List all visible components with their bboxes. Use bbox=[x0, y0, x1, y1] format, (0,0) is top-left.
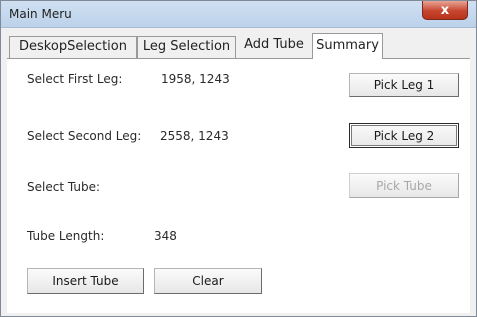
tube-label: Select Tube: bbox=[27, 180, 100, 194]
tab-desktop-selection[interactable]: DeskopSelection bbox=[9, 36, 137, 58]
add-tube-panel: Select First Leg: 1958, 1243 Pick Leg 1 … bbox=[7, 58, 470, 313]
second-leg-label: Select Second Leg: bbox=[27, 129, 142, 143]
clear-button[interactable]: Clear bbox=[154, 268, 262, 294]
tab-add-tube[interactable]: Add Tube bbox=[236, 33, 312, 58]
insert-tube-button[interactable]: Insert Tube bbox=[27, 268, 144, 294]
first-leg-value: 1958, 1243 bbox=[161, 72, 230, 86]
title-bar[interactable]: Main Meru x bbox=[1, 1, 476, 28]
pick-leg-1-button[interactable]: Pick Leg 1 bbox=[349, 73, 459, 97]
tab-strip: DeskopSelection Leg Selection Add Tube S… bbox=[7, 33, 470, 59]
window-title: Main Meru bbox=[9, 7, 72, 21]
tab-summary[interactable]: Summary bbox=[312, 33, 383, 59]
close-icon: x bbox=[440, 2, 450, 18]
tab-leg-selection[interactable]: Leg Selection bbox=[137, 36, 236, 58]
close-button[interactable]: x bbox=[422, 1, 468, 20]
first-leg-label: Select First Leg: bbox=[27, 72, 123, 86]
client-area: DeskopSelection Leg Selection Add Tube S… bbox=[7, 28, 470, 313]
second-leg-value: 2558, 1243 bbox=[160, 129, 229, 143]
main-menu-window: Main Meru x DeskopSelection Leg Selectio… bbox=[0, 0, 477, 317]
tube-length-value: 348 bbox=[154, 229, 177, 243]
pick-tube-button[interactable]: Pick Tube bbox=[349, 173, 459, 198]
tube-length-label: Tube Length: bbox=[27, 229, 105, 243]
pick-leg-2-button[interactable]: Pick Leg 2 bbox=[349, 123, 459, 148]
